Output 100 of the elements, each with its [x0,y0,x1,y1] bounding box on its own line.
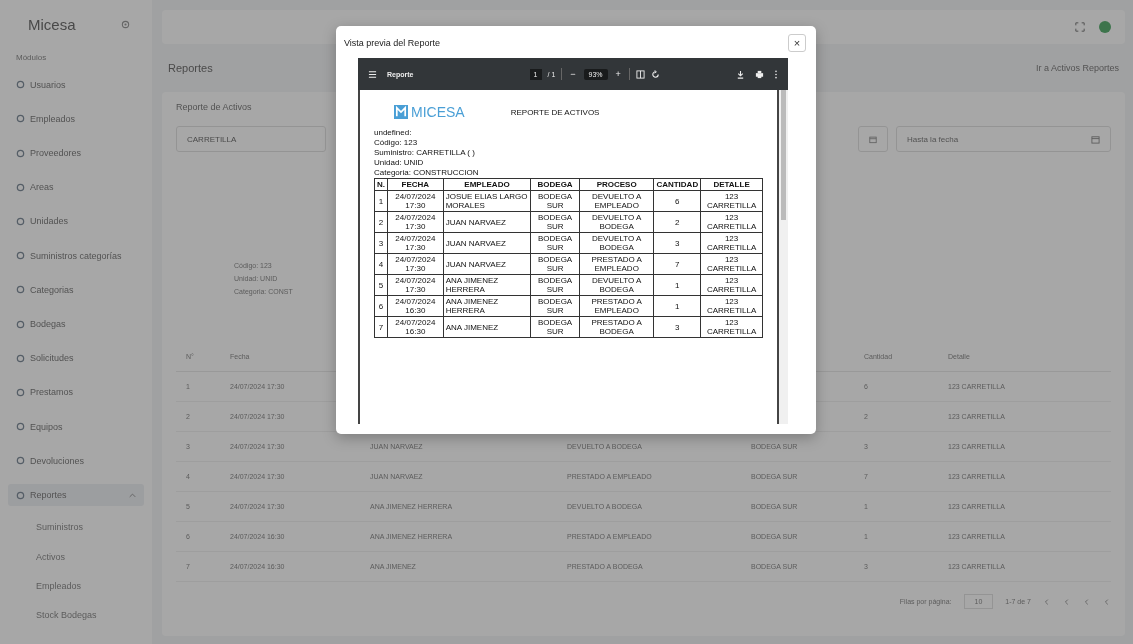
report-meta: Suministro: CARRETILLA ( ) [374,148,476,158]
column-header: N. [374,178,388,191]
sidebar-item[interactable]: Prestamos [8,381,144,404]
scrollbar[interactable] [779,90,788,424]
sidebar-item[interactable]: Bodegas [8,313,144,335]
column-header: CANTIDAD [653,178,701,191]
sidebar-item[interactable]: Solicitudes [8,347,144,369]
circle-icon [16,387,25,397]
table-cell: JUAN NARVAEZ [443,211,531,233]
table-cell: 1 [374,190,388,212]
table-cell: BODEGA SUR [530,232,580,254]
table-cell: BODEGA SUR [530,295,580,317]
table-cell: PRESTADO A EMPLEADO [579,295,654,317]
sidebar-item[interactable]: Reportes [8,484,144,506]
table-cell: 3 [653,316,701,338]
chevron-icon [129,492,136,498]
brand-name: Micesa [28,16,76,33]
zoom-in-button[interactable]: + [613,69,623,79]
page-nav-icon[interactable] [1103,597,1111,606]
table-cell: 123 CARRETILLA [700,211,763,233]
sidebar-subitem[interactable]: Suministros [8,518,144,536]
calendar-icon [1091,134,1100,144]
report-meta: undefined: [374,128,413,138]
table-cell: PRESTADO A EMPLEADO [579,253,654,275]
circle-icon [16,285,25,295]
logo-text: MICESA [411,104,465,120]
circle-icon [16,319,25,329]
table-cell: 2 [653,211,701,233]
sidebar-item[interactable]: Equipos [8,416,144,438]
table-cell: ANA JIMENEZ HERRERA [443,295,531,317]
sidebar-subitem[interactable]: Empleados [8,577,144,595]
report-meta: Categoria: CONSTRUCCION [374,168,480,178]
sidebar-subitem[interactable]: Stock Bodegas [8,606,144,624]
table-cell: DEVUELTO A BODEGA [579,232,654,254]
calendar-icon [869,134,877,144]
table-cell: 1 [653,295,701,317]
expand-icon[interactable] [1075,22,1085,32]
table-cell: JOSUE ELIAS LARGO MORALES [443,190,531,212]
page-nav-icon[interactable] [1043,597,1051,606]
table-cell: JUAN NARVAEZ [443,232,531,254]
circle-icon [16,114,25,124]
sidebar-item[interactable]: Usuarios [8,74,144,96]
sidebar-subitem[interactable]: Activos [8,548,144,566]
table-cell: 123 CARRETILLA [700,295,763,317]
table-cell: 123 CARRETILLA [700,232,763,254]
table-cell: ANA JIMENEZ [443,316,531,338]
reports-link[interactable]: Ir a Activos Reportes [1035,63,1119,73]
page-nav-icon[interactable] [1083,597,1091,606]
table-cell: 24/07/2024 17:30 [387,232,444,254]
supply-field[interactable]: CARRETILLA [176,126,326,152]
table-cell: BODEGA SUR [530,274,580,296]
table-cell: 24/07/2024 17:30 [387,274,444,296]
table-cell: 4 [374,253,388,275]
table-cell: 123 CARRETILLA [700,316,763,338]
sidebar-item[interactable]: Proveedores [8,142,144,164]
column-header: EMPLEADO [443,178,531,191]
table-cell: 24/07/2024 17:30 [387,211,444,233]
circle-icon [16,216,25,226]
sidebar-item[interactable]: Categorias [8,279,144,301]
sidebar-item[interactable]: Suministros categorías [8,245,144,267]
page-title: Reportes [168,62,213,74]
table-cell: ANA JIMENEZ HERRERA [443,274,531,296]
table-cell: 7 [653,253,701,275]
table-cell: DEVUELTO A BODEGA [579,274,654,296]
table-cell: DEVUELTO A EMPLEADO [579,190,654,212]
sidebar-item[interactable]: Unidades [8,210,144,232]
avatar-icon[interactable] [1099,21,1111,33]
table-cell: 2 [374,211,388,233]
sidebar-item[interactable]: Devoluciones [8,450,144,472]
table-cell: BODEGA SUR [530,253,580,275]
sidebar-item[interactable]: Empleados [8,108,144,130]
table-cell: 123 CARRETILLA [700,274,763,296]
column-header: PROCESO [579,178,654,191]
close-button[interactable]: × [788,34,806,52]
table-cell: PRESTADO A BODEGA [579,316,654,338]
circle-icon [16,456,25,466]
table-cell: 24/07/2024 17:30 [387,253,444,275]
target-icon[interactable] [121,20,130,29]
circle-icon [16,422,25,432]
print-icon[interactable] [755,69,764,79]
zoom-out-button[interactable]: − [568,69,578,79]
date-field[interactable] [858,126,888,152]
more-icon[interactable] [774,69,778,79]
dialog-title: Vista previa del Reporte [344,38,440,48]
table-cell: 3 [374,232,388,254]
circle-icon [16,148,25,158]
sidebar-item[interactable]: Areas [8,176,144,198]
download-icon[interactable] [736,69,745,79]
table-cell: 6 [653,190,701,212]
circle-icon [16,251,25,261]
table-cell: 123 CARRETILLA [700,190,763,212]
circle-icon [16,182,25,192]
report-meta: Unidad: UNID [374,158,425,168]
page-nav-icon[interactable] [1063,597,1071,606]
circle-icon [16,490,25,500]
menu-icon[interactable] [368,69,377,79]
fit-page-icon[interactable] [635,69,645,79]
date-field[interactable]: Hasta la fecha [896,126,1111,152]
table-cell: 24/07/2024 16:30 [387,295,444,317]
rotate-icon[interactable] [650,69,660,79]
